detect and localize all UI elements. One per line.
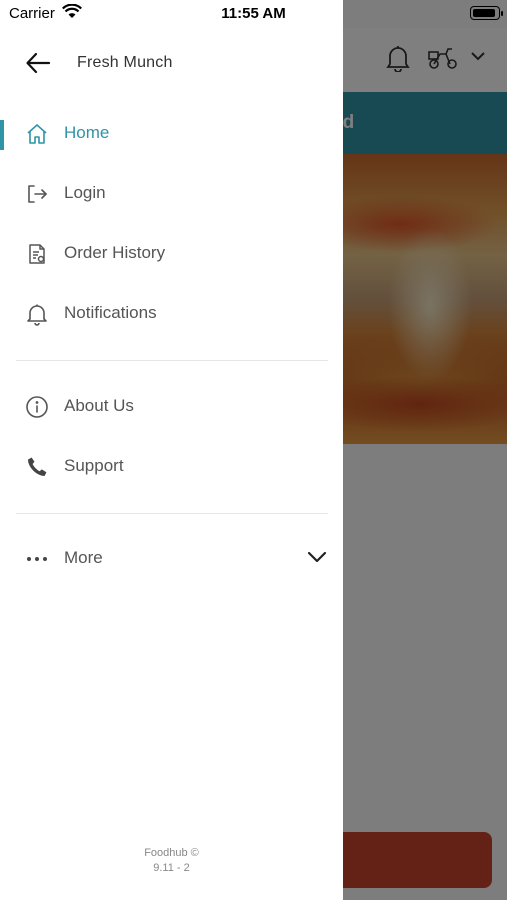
phone-icon (28, 457, 47, 476)
home-icon (27, 124, 47, 144)
menu-item-more[interactable]: More (0, 531, 343, 587)
back-arrow-icon[interactable] (24, 50, 52, 76)
menu-label-about-us: About Us (64, 396, 134, 415)
menu-item-home[interactable]: Home (0, 106, 343, 162)
footer-brand: Foodhub © (144, 847, 199, 859)
menu-item-login[interactable]: Login (0, 166, 343, 222)
info-icon (26, 396, 48, 418)
active-indicator (0, 120, 4, 150)
menu-label-more: More (64, 548, 103, 567)
menu-label-home: Home (64, 123, 110, 142)
drawer-footer: Foodhub © 9.11 - 2 (0, 846, 343, 876)
footer-version: 9.11 - 2 (153, 862, 190, 874)
battery-icon (470, 6, 503, 20)
menu-item-support[interactable]: Support (0, 439, 343, 495)
menu-label-order-history: Order History (64, 243, 166, 262)
receipt-icon (29, 244, 45, 264)
menu-label-login: Login (64, 183, 106, 202)
login-icon (28, 185, 47, 203)
menu-item-about-us[interactable]: About Us (0, 379, 343, 435)
navigation-drawer: Fresh Munch Home Login Order History Not… (0, 0, 343, 900)
status-bar: Carrier 11:55 AM (0, 0, 507, 28)
menu-item-notifications[interactable]: Notifications (0, 286, 343, 342)
menu-label-notifications: Notifications (64, 303, 157, 322)
menu-label-support: Support (64, 456, 124, 475)
status-time: 11:55 AM (221, 5, 286, 22)
drawer-title: Fresh Munch (77, 54, 173, 71)
menu-divider (16, 360, 328, 361)
menu-divider (16, 513, 328, 514)
drawer-header: Fresh Munch (0, 28, 343, 96)
more-dots-icon (27, 557, 47, 561)
menu-item-order-history[interactable]: Order History (0, 226, 343, 282)
chevron-down-icon[interactable] (306, 549, 328, 565)
bell-icon (27, 304, 47, 326)
